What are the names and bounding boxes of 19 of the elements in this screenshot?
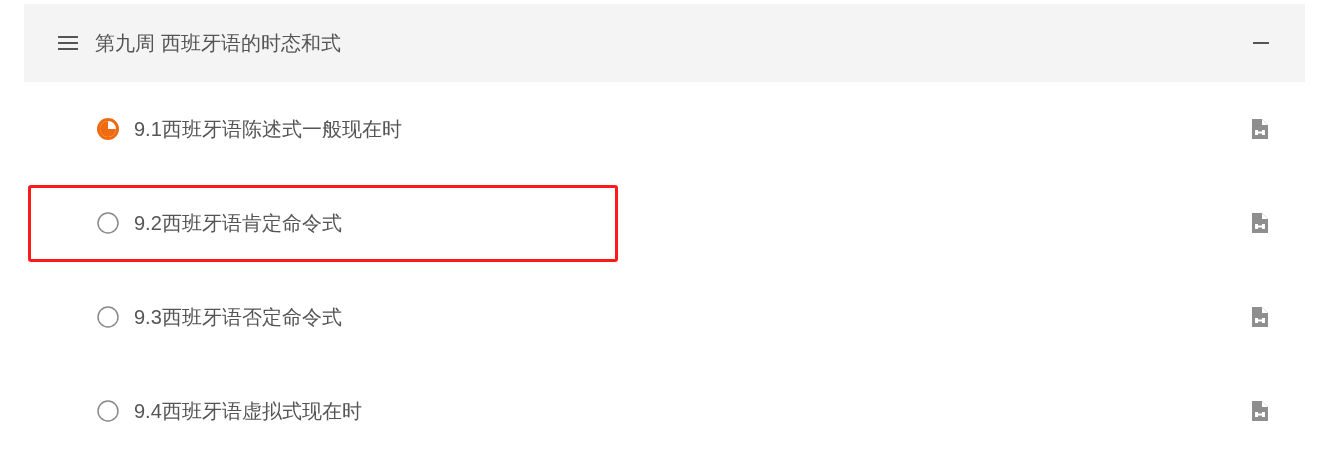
lesson-item[interactable]: 9.4西班牙语虚拟式现在时 — [28, 372, 618, 450]
video-file-icon[interactable] — [1251, 212, 1269, 234]
lesson-item[interactable]: 9.3西班牙语否定命令式 — [28, 278, 618, 356]
video-file-icon[interactable] — [1251, 400, 1269, 422]
empty-circle-icon — [97, 212, 119, 234]
empty-circle-icon — [97, 306, 119, 328]
highlight-frame[interactable]: 9.2西班牙语肯定命令式 — [28, 184, 618, 262]
video-file-icon[interactable] — [1251, 306, 1269, 328]
lesson-title: 9.4西班牙语虚拟式现在时 — [134, 399, 362, 424]
lesson-title: 9.3西班牙语否定命令式 — [134, 305, 342, 330]
video-file-icon[interactable] — [1251, 118, 1269, 140]
chapter-header[interactable]: 第九周 西班牙语的时态和式 — [24, 4, 1305, 82]
lesson-item[interactable]: 9.1西班牙语陈述式一般现在时 — [28, 90, 618, 168]
empty-circle-icon — [97, 400, 119, 422]
lesson-title: 9.1西班牙语陈述式一般现在时 — [134, 117, 402, 142]
menu-icon — [58, 36, 78, 50]
chapter-title: 第九周 西班牙语的时态和式 — [95, 31, 341, 56]
lesson-title: 9.2西班牙语肯定命令式 — [134, 211, 342, 236]
progress-pie-icon — [97, 118, 119, 140]
